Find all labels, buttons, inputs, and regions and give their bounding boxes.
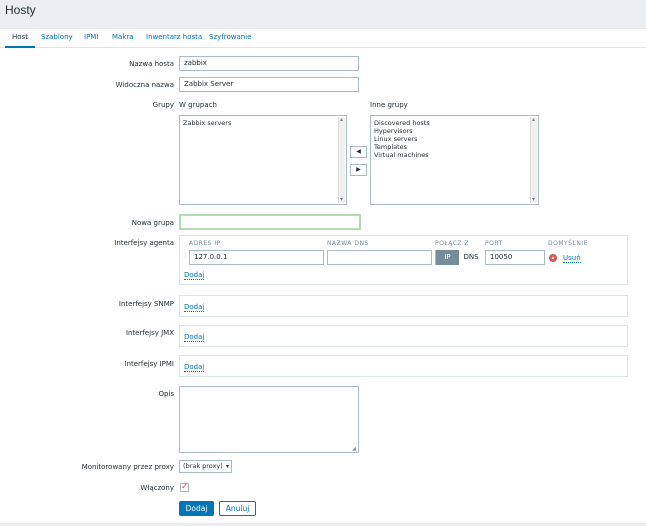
groups-label: Grupy — [152, 101, 174, 109]
ipmi-interfaces-label: Interfejsy IPMI — [124, 360, 174, 368]
enabled-checkbox[interactable]: ✓ — [180, 482, 189, 492]
visible-name-label: Widoczna nazwa — [115, 81, 174, 89]
proxy-label: Monitorowany przez proxy — [81, 463, 174, 471]
ipmi-interfaces-box: Dodaj — [179, 355, 628, 377]
description-label: Opis — [158, 390, 174, 398]
hostname-input[interactable]: zabbix — [179, 56, 359, 71]
in-groups-label: W grupach — [179, 101, 217, 109]
connect-ip-option[interactable]: IP — [436, 250, 459, 265]
enabled-label: Włączony — [140, 484, 174, 492]
cancel-button[interactable]: Anuluj — [219, 501, 256, 516]
snmp-interfaces-box: Dodaj — [179, 295, 628, 317]
list-item[interactable]: Zabbix servers — [183, 119, 343, 127]
resize-handle-icon[interactable]: ◢ — [352, 447, 357, 452]
other-groups-label: Inne grupy — [370, 101, 408, 109]
add-snmp-interface-link[interactable]: Dodaj — [184, 303, 205, 312]
scrollbar[interactable] — [338, 116, 345, 204]
host-form: Nazwa hosta zabbix Widoczna nazwa Zabbix… — [0, 48, 646, 523]
visible-name-input[interactable]: Zabbix Server — [179, 77, 359, 92]
proxy-select-value: (brak proxy) — [183, 462, 223, 470]
list-item[interactable]: Virtual machines — [374, 151, 535, 159]
jmx-interfaces-label: Interfejsy JMX — [125, 329, 174, 337]
in-groups-list[interactable]: Zabbix servers — [179, 115, 347, 205]
remove-interface-link[interactable]: Usuń — [563, 254, 581, 263]
list-item[interactable]: Discovered hosts — [374, 119, 535, 127]
submit-button[interactable]: Dodaj — [179, 501, 214, 516]
connect-dns-option[interactable]: DNS — [459, 250, 483, 265]
tab-host[interactable]: Host — [5, 29, 35, 48]
move-left-button[interactable]: ◀ — [350, 146, 367, 158]
move-right-button[interactable]: ▶ — [350, 164, 367, 176]
other-groups-list[interactable]: Discovered hosts Hypervisors Linux serve… — [370, 115, 539, 205]
tab-templates[interactable]: Szablony — [34, 29, 80, 48]
list-item[interactable]: Linux servers — [374, 135, 535, 143]
agent-dns-input[interactable] — [327, 250, 432, 265]
col-dns: NAZWA DNS — [327, 240, 369, 247]
tab-macros[interactable]: Makra — [105, 29, 141, 48]
list-item[interactable]: Hypervisors — [374, 127, 535, 135]
list-item[interactable]: Templates — [374, 143, 535, 151]
hostname-label: Nazwa hosta — [129, 60, 174, 68]
col-ip: ADRES IP — [189, 240, 221, 247]
scrollbar[interactable] — [530, 116, 537, 204]
checkmark-icon: ✓ — [181, 482, 189, 492]
tab-encryption[interactable]: Szyfrowanie — [202, 29, 258, 48]
page-title: Hosty — [5, 3, 36, 17]
agent-port-input[interactable]: 10050 — [485, 250, 545, 265]
agent-interfaces-label: Interfejsy agenta — [114, 239, 174, 247]
tab-inventory[interactable]: Inwentarz hosta — [139, 29, 209, 48]
description-textarea[interactable] — [179, 386, 359, 453]
default-radio[interactable] — [549, 254, 557, 262]
agent-interfaces-box: ADRES IP NAZWA DNS POŁĄCZ Z PORT DOMYŚLN… — [179, 235, 628, 285]
connect-to-toggle[interactable]: IP DNS — [435, 250, 483, 265]
col-port: PORT — [485, 240, 503, 247]
col-default: DOMYŚLNIE — [548, 240, 588, 247]
col-connect: POŁĄCZ Z — [435, 240, 470, 247]
add-ipmi-interface-link[interactable]: Dodaj — [184, 363, 205, 372]
tab-bar: Host Szablony IPMI Makra Inwentarz hosta… — [0, 29, 646, 48]
jmx-interfaces-box: Dodaj — [179, 325, 628, 347]
chevron-down-icon: ▾ — [225, 463, 229, 470]
new-group-label: Nowa grupa — [131, 219, 174, 227]
drag-handle-icon[interactable]: ⋮⋮ — [182, 252, 196, 265]
proxy-select[interactable]: (brak proxy) ▾ — [179, 460, 232, 473]
tab-ipmi[interactable]: IPMI — [77, 29, 105, 48]
add-agent-interface-link[interactable]: Dodaj — [184, 271, 205, 280]
agent-ip-input[interactable]: 127.0.0.1 — [189, 250, 324, 265]
add-jmx-interface-link[interactable]: Dodaj — [184, 333, 205, 342]
snmp-interfaces-label: Interfejsy SNMP — [118, 300, 174, 308]
new-group-input[interactable] — [179, 214, 361, 230]
